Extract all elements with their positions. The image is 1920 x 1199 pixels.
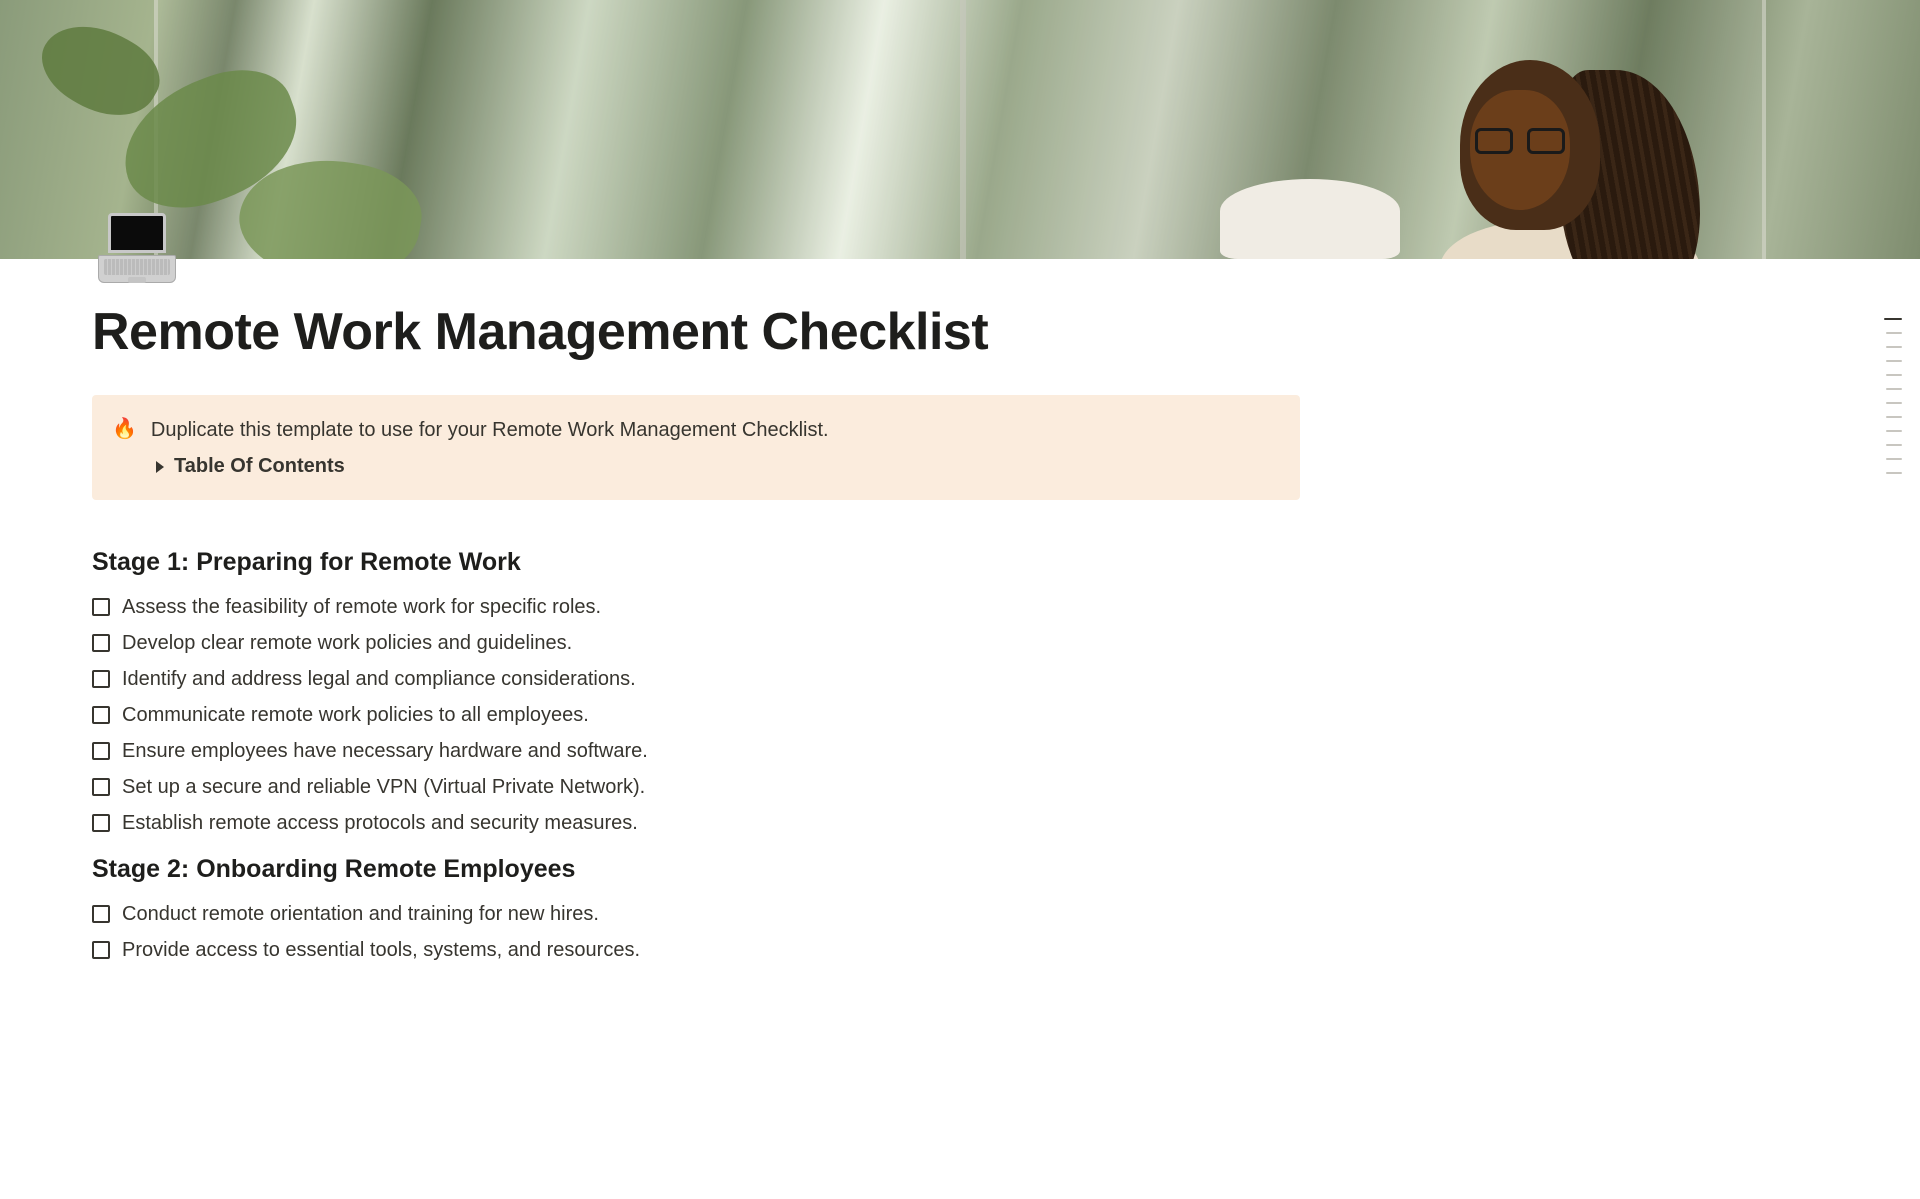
checkbox-icon[interactable] <box>92 742 110 760</box>
todo-label[interactable]: Conduct remote orientation and training … <box>122 899 599 929</box>
checkbox-icon[interactable] <box>92 941 110 959</box>
page-content: Remote Work Management Checklist 🔥 Dupli… <box>92 259 1392 968</box>
todo-label[interactable]: Set up a secure and reliable VPN (Virtua… <box>122 772 645 802</box>
todo-label[interactable]: Communicate remote work policies to all … <box>122 700 589 730</box>
laptop-icon <box>92 209 182 299</box>
todo-item[interactable]: Conduct remote orientation and training … <box>92 896 1392 932</box>
outline-dash[interactable] <box>1886 472 1902 474</box>
checkbox-icon[interactable] <box>92 814 110 832</box>
todo-item[interactable]: Identify and address legal and complianc… <box>92 661 1392 697</box>
outline-dash[interactable] <box>1884 318 1902 320</box>
todo-item[interactable]: Set up a secure and reliable VPN (Virtua… <box>92 769 1392 805</box>
page-icon[interactable] <box>92 209 182 299</box>
page-title[interactable]: Remote Work Management Checklist <box>92 259 1392 363</box>
fire-icon: 🔥 <box>112 415 137 443</box>
toc-label: Table Of Contents <box>174 455 345 478</box>
checkbox-icon[interactable] <box>92 706 110 724</box>
callout-text[interactable]: Duplicate this template to use for your … <box>151 415 829 445</box>
outline-dash[interactable] <box>1886 388 1902 390</box>
outline-dash[interactable] <box>1886 458 1902 460</box>
todo-item[interactable]: Establish remote access protocols and se… <box>92 805 1392 841</box>
checkbox-icon[interactable] <box>92 598 110 616</box>
callout-block[interactable]: 🔥 Duplicate this template to use for you… <box>92 395 1300 500</box>
todo-label[interactable]: Develop clear remote work policies and g… <box>122 628 572 658</box>
outline-dash[interactable] <box>1886 402 1902 404</box>
outline-dash[interactable] <box>1886 332 1902 334</box>
todo-label[interactable]: Ensure employees have necessary hardware… <box>122 736 648 766</box>
todo-label[interactable]: Establish remote access protocols and se… <box>122 808 638 838</box>
outline-dash[interactable] <box>1886 416 1902 418</box>
cover-image[interactable] <box>0 0 1920 259</box>
checkbox-icon[interactable] <box>92 634 110 652</box>
todo-item[interactable]: Ensure employees have necessary hardware… <box>92 733 1392 769</box>
outline-dash[interactable] <box>1886 374 1902 376</box>
todo-label[interactable]: Assess the feasibility of remote work fo… <box>122 592 601 622</box>
todo-item[interactable]: Communicate remote work policies to all … <box>92 697 1392 733</box>
todo-label[interactable]: Provide access to essential tools, syste… <box>122 935 640 965</box>
caret-right-icon <box>156 461 164 473</box>
stage-heading[interactable]: Stage 1: Preparing for Remote Work <box>92 548 1392 577</box>
checkbox-icon[interactable] <box>92 670 110 688</box>
todo-item[interactable]: Develop clear remote work policies and g… <box>92 625 1392 661</box>
checkbox-icon[interactable] <box>92 778 110 796</box>
cover-person-graphic <box>1340 50 1700 259</box>
toc-toggle[interactable]: Table Of Contents <box>156 455 1280 478</box>
outline-dash[interactable] <box>1886 444 1902 446</box>
page-outline[interactable] <box>1878 318 1902 474</box>
todo-item[interactable]: Assess the feasibility of remote work fo… <box>92 589 1392 625</box>
checkbox-icon[interactable] <box>92 905 110 923</box>
outline-dash[interactable] <box>1886 346 1902 348</box>
outline-dash[interactable] <box>1886 360 1902 362</box>
outline-dash[interactable] <box>1886 430 1902 432</box>
stage-heading[interactable]: Stage 2: Onboarding Remote Employees <box>92 855 1392 884</box>
todo-item[interactable]: Provide access to essential tools, syste… <box>92 932 1392 968</box>
todo-label[interactable]: Identify and address legal and complianc… <box>122 664 636 694</box>
